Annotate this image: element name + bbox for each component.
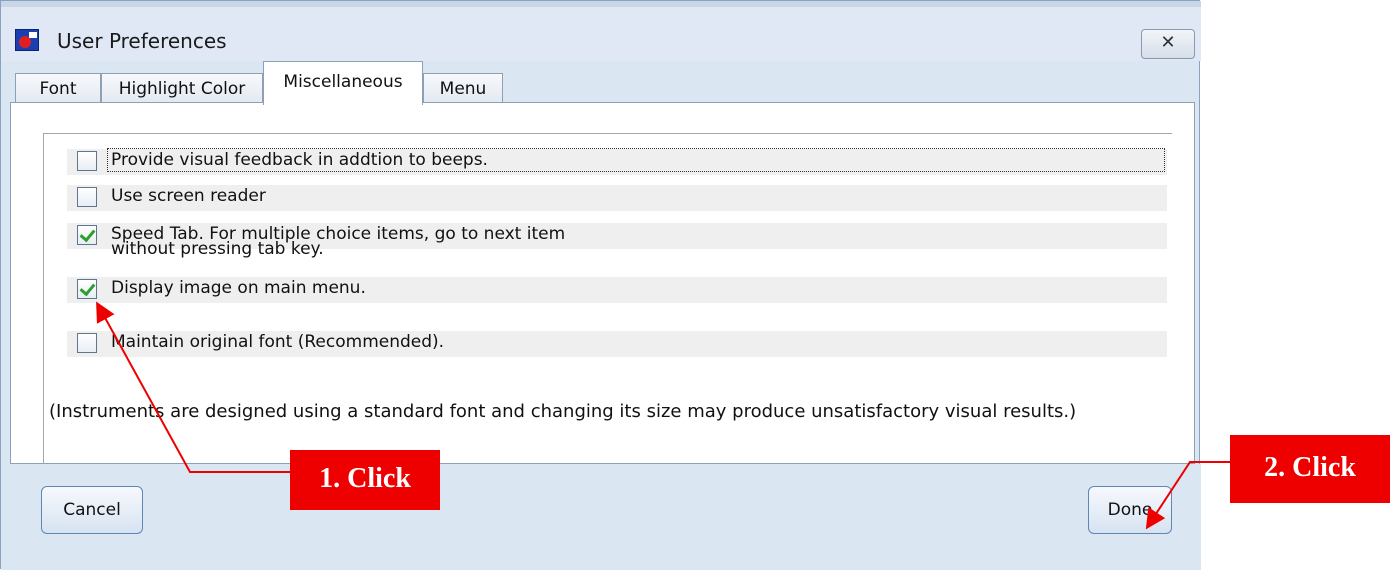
tab-menu[interactable]: Menu [423,73,503,103]
display-image-label: Display image on main menu. [111,278,366,298]
screen-reader-checkbox[interactable] [77,187,97,207]
title-bar: User Preferences ✕ [1,7,1201,61]
maintain-font-checkbox[interactable] [77,333,97,353]
visual-feedback-checkbox[interactable] [77,151,97,171]
font-note-text: (Instruments are designed using a standa… [49,401,1077,422]
callout-step-1: 1. Click [290,450,440,510]
tab-miscellaneous[interactable]: Miscellaneous [263,61,423,105]
miscellaneous-panel: Provide visual feedback in addtion to be… [10,102,1195,474]
speed-tab-checkbox[interactable] [77,225,97,245]
done-button[interactable]: Done [1088,486,1172,534]
close-button[interactable]: ✕ [1141,29,1195,59]
app-icon [15,29,39,51]
option-row-maintain-font: Maintain original font (Recommended). [67,331,1167,357]
option-row-screen-reader: Use screen reader [67,185,1167,211]
option-row-visual-feedback: Provide visual feedback in addtion to be… [67,148,1167,175]
option-row-display-image: Display image on main menu. [67,277,1167,303]
tab-highlight-color[interactable]: Highlight Color [101,73,263,103]
option-row-speed-tab: Speed Tab. For multiple choice items, go… [67,223,1167,258]
cancel-button[interactable]: Cancel [41,486,143,534]
callout-step-2: 2. Click [1230,435,1390,503]
user-preferences-window: User Preferences ✕ Font Highlight Color … [0,0,1201,570]
window-title: User Preferences [57,29,227,53]
display-image-checkbox[interactable] [77,279,97,299]
screen-reader-label: Use screen reader [111,186,266,206]
dialog-footer: Cancel Done [1,464,1201,570]
tab-font[interactable]: Font [15,73,101,103]
visual-feedback-label: Provide visual feedback in addtion to be… [111,150,488,170]
speed-tab-label-line2: without pressing tab key. [111,239,324,259]
maintain-font-label: Maintain original font (Recommended). [111,332,445,352]
